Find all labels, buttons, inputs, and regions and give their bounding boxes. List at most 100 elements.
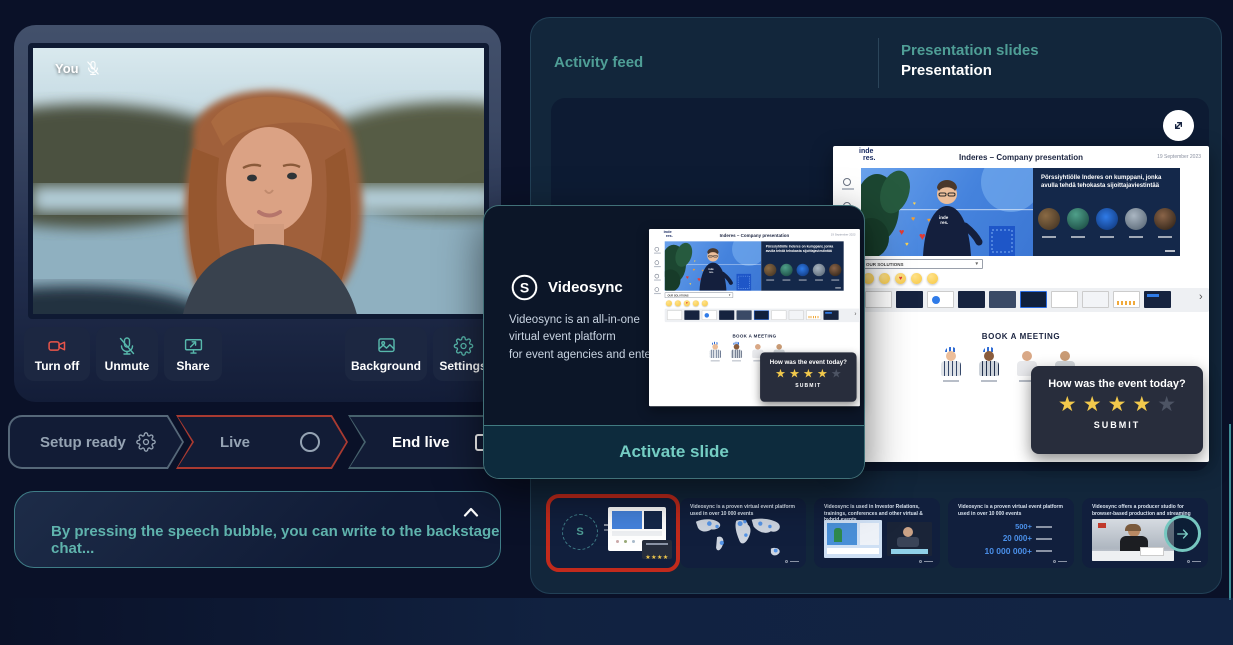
- book-a-meeting-heading: BOOK A MEETING: [833, 332, 1209, 341]
- activate-slide-button[interactable]: Activate slide: [484, 425, 864, 478]
- solution-photo: [780, 264, 792, 276]
- background-button[interactable]: Background: [345, 327, 427, 381]
- mic-off-icon: [117, 336, 137, 356]
- mini-slide-selected: [754, 310, 769, 320]
- slide-content-panel: Pörssiyhtiölle Inderes on kumppani, jonk…: [761, 241, 843, 290]
- rating-question: How was the event today?: [1031, 378, 1203, 390]
- stat-value: 10 000 000+: [970, 546, 1032, 556]
- heart-icon: ♥: [689, 283, 691, 286]
- star-icon[interactable]: ★: [775, 368, 786, 380]
- slide-date: 19 September 2023: [1157, 154, 1201, 160]
- star-icon[interactable]: ★: [1157, 394, 1176, 415]
- modal-slide-preview: inde res. Inderes – Company presentation…: [649, 229, 860, 407]
- videosync-watermark: [919, 560, 933, 563]
- caption-bar: [831, 279, 839, 280]
- slide-thumbnail-strip: ›: [861, 288, 1209, 312]
- mini-slide: [865, 291, 892, 308]
- solutions-dropdown: OUR SOLUTIONS ▾: [861, 259, 983, 269]
- event-rating-widget: How was the event today? ★ ★ ★ ★ ★ SUBMI…: [1031, 366, 1203, 454]
- unmute-button[interactable]: Unmute: [96, 327, 158, 381]
- caption-bar: [799, 279, 807, 280]
- star-icon[interactable]: ★: [1108, 394, 1127, 415]
- stage-step-live[interactable]: Live: [176, 415, 348, 469]
- mini-slide: [1113, 291, 1140, 308]
- heart-icon: ♥: [694, 260, 696, 263]
- meeting-host-avatar: [729, 341, 744, 366]
- star-icon[interactable]: ★: [1058, 394, 1077, 415]
- webcam-video: You: [28, 43, 489, 319]
- expand-icon: [1170, 117, 1187, 134]
- heart-icon: ♥: [927, 218, 931, 224]
- star-icon[interactable]: ★: [803, 368, 814, 380]
- stage-step-setup[interactable]: Setup ready: [8, 415, 184, 469]
- next-slides-button[interactable]: [1164, 515, 1201, 552]
- slide-panel-heading: Pörssiyhtiölle Inderes on kumppani, jonk…: [766, 245, 839, 254]
- star-icon[interactable]: ★: [789, 368, 800, 380]
- chevron-up-icon[interactable]: [462, 506, 480, 518]
- platform-nav-item: [654, 260, 660, 267]
- caret-down-icon: ▾: [975, 261, 978, 267]
- heart-icon: ♥: [913, 202, 916, 207]
- panel-logo-mark: [1165, 250, 1175, 252]
- presenter-scene: [665, 241, 761, 290]
- mini-slide: [1051, 291, 1078, 308]
- slide-thumb-map[interactable]: Videosync is a proven virtual event plat…: [680, 498, 806, 568]
- star-icon[interactable]: ★: [817, 368, 828, 380]
- backstage-hint-box[interactable]: By pressing the speech bubble, you can w…: [14, 491, 501, 568]
- slide-thumb-intro[interactable]: S ★★★★: [550, 498, 676, 568]
- caption-bar: [1071, 236, 1085, 238]
- star-icon[interactable]: ★: [831, 368, 842, 380]
- tab-divider: [878, 38, 879, 88]
- share-screen-button[interactable]: Share: [164, 327, 222, 381]
- solution-photo: [1154, 208, 1176, 230]
- mini-slide: [927, 291, 954, 308]
- turn-off-camera-button[interactable]: Turn off: [24, 327, 90, 381]
- caption-bar: [815, 279, 823, 280]
- camera-icon: [46, 336, 68, 356]
- mini-slide: [896, 291, 923, 308]
- slide-platform-mini: inde res. Inderes – Company presentation…: [649, 229, 860, 406]
- slide-thumbnail-strip: ›: [665, 309, 860, 322]
- platform-nav-item: [654, 287, 660, 294]
- solution-photo: [1067, 208, 1089, 230]
- mini-slide: [958, 291, 985, 308]
- star-icon[interactable]: ★: [1083, 394, 1102, 415]
- videosync-logo-icon: S: [511, 274, 538, 301]
- mini-slide-selected: [1020, 291, 1047, 308]
- selected-presentation-name: Presentation: [901, 62, 992, 79]
- rating-submit-button[interactable]: SUBMIT: [760, 383, 856, 389]
- expand-button[interactable]: [1163, 110, 1194, 141]
- caption-bar: [766, 279, 774, 280]
- panel-edge-line: [1229, 424, 1231, 600]
- gear-icon: [136, 432, 156, 452]
- end-live-label: End live: [392, 434, 450, 451]
- star-icon[interactable]: ★: [1132, 394, 1151, 415]
- caption-bar: [1042, 236, 1056, 238]
- tab-presentation-slides[interactable]: Presentation slides: [901, 42, 1039, 59]
- slide-thumb-stats[interactable]: Videosync is a proven virtual event plat…: [948, 498, 1074, 568]
- slide-platform: inde res. Inderes – Company presentation…: [833, 146, 1209, 462]
- heart-icon: ♥: [697, 277, 701, 283]
- tab-activity-feed[interactable]: Activity feed: [554, 54, 643, 71]
- solution-photo: [764, 264, 776, 276]
- webcam-scene: [33, 48, 489, 319]
- slide-thumb-usecases[interactable]: Videosync is used in Investor Relations,…: [814, 498, 940, 568]
- rating-stars[interactable]: ★ ★ ★ ★ ★: [1031, 394, 1203, 415]
- heart-icon: ♥: [905, 242, 909, 248]
- meeting-host-avatar: [976, 346, 1002, 390]
- solution-photo: [1096, 208, 1118, 230]
- mini-slide: [719, 310, 734, 320]
- rating-stars[interactable]: ★ ★ ★ ★ ★: [760, 368, 856, 380]
- event-rating-widget: How was the event today? ★ ★ ★ ★ ★ SUBMI…: [760, 352, 856, 401]
- solution-photo: [797, 264, 809, 276]
- stat-row: 20 000+: [970, 534, 1052, 543]
- reaction-emoji: ♥: [684, 300, 690, 306]
- reaction-emoji: [693, 300, 699, 306]
- participant-name: You: [55, 61, 79, 76]
- mini-slide: [806, 310, 821, 320]
- presenter-video-region: inde res. ♥ ♥ ♥ ♥ ♥ ♥: [665, 241, 761, 290]
- background-label: Background: [351, 359, 421, 373]
- solution-photo: [813, 264, 825, 276]
- setup-ready-label: Setup ready: [40, 434, 126, 451]
- rating-submit-button[interactable]: SUBMIT: [1031, 420, 1203, 430]
